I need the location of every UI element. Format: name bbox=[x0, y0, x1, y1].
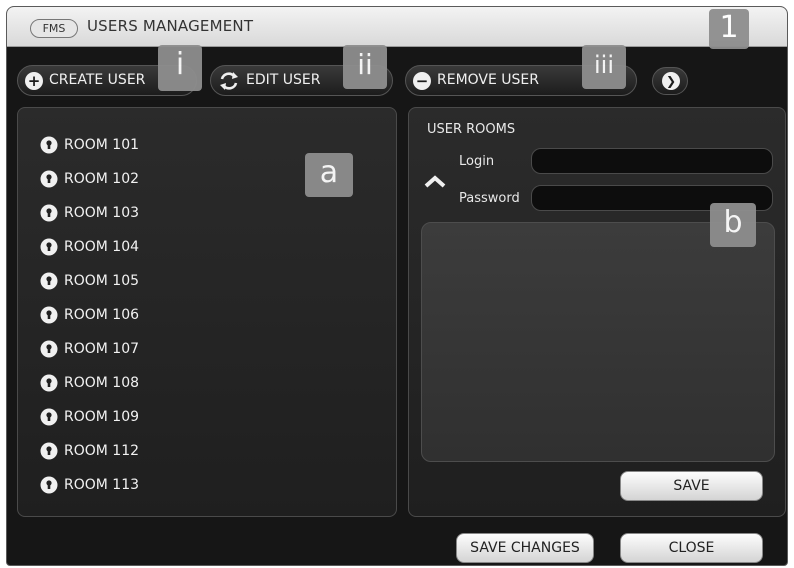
room-list: ROOM 101 ROOM 102 ROOM 103 ROOM 104 ROOM… bbox=[40, 128, 139, 502]
edit-user-label: EDIT USER bbox=[246, 72, 321, 88]
annotation-marker-iii: iii bbox=[582, 45, 626, 89]
annotation-marker-b: b bbox=[710, 203, 756, 247]
room-item[interactable]: ROOM 103 bbox=[40, 196, 139, 230]
room-label: ROOM 101 bbox=[64, 137, 140, 153]
room-label: ROOM 103 bbox=[64, 205, 140, 221]
room-label: ROOM 107 bbox=[64, 341, 140, 357]
room-label: ROOM 105 bbox=[64, 273, 140, 289]
create-user-label: CREATE USER bbox=[49, 72, 146, 88]
lock-icon bbox=[40, 340, 58, 358]
next-button[interactable]: ❯ bbox=[652, 67, 688, 95]
login-field[interactable] bbox=[531, 148, 773, 174]
room-label: ROOM 109 bbox=[64, 409, 140, 425]
lock-icon bbox=[40, 136, 58, 154]
annotation-marker-1: 1 bbox=[709, 9, 749, 49]
lock-icon bbox=[40, 408, 58, 426]
room-item[interactable]: ROOM 112 bbox=[40, 434, 139, 468]
room-label: ROOM 106 bbox=[64, 307, 140, 323]
room-label: ROOM 102 bbox=[64, 171, 140, 187]
fms-badge: FMS bbox=[30, 19, 78, 38]
lock-icon bbox=[40, 238, 58, 256]
room-label: ROOM 113 bbox=[64, 477, 140, 493]
save-changes-button[interactable]: SAVE CHANGES bbox=[456, 533, 594, 563]
minus-icon: − bbox=[413, 71, 431, 90]
refresh-icon bbox=[220, 71, 238, 90]
remove-user-label: REMOVE USER bbox=[437, 72, 540, 88]
login-label: Login bbox=[459, 154, 495, 169]
chevron-up-icon[interactable] bbox=[423, 174, 447, 188]
users-management-window: FMS USERS MANAGEMENT + CREATE USER EDIT … bbox=[6, 6, 788, 566]
plus-icon: + bbox=[25, 71, 43, 90]
window-title: USERS MANAGEMENT bbox=[87, 17, 254, 35]
lock-icon bbox=[40, 170, 58, 188]
room-item[interactable]: ROOM 107 bbox=[40, 332, 139, 366]
room-item[interactable]: ROOM 108 bbox=[40, 366, 139, 400]
room-item[interactable]: ROOM 106 bbox=[40, 298, 139, 332]
annotation-marker-i: i bbox=[158, 45, 202, 91]
close-button[interactable]: CLOSE bbox=[620, 533, 763, 563]
save-button[interactable]: SAVE bbox=[620, 471, 763, 501]
room-item[interactable]: ROOM 109 bbox=[40, 400, 139, 434]
lock-icon bbox=[40, 442, 58, 460]
room-item[interactable]: ROOM 105 bbox=[40, 264, 139, 298]
lock-icon bbox=[40, 476, 58, 494]
user-rooms-title: USER ROOMS bbox=[427, 122, 516, 137]
annotation-marker-ii: ii bbox=[343, 45, 387, 89]
room-label: ROOM 104 bbox=[64, 239, 140, 255]
title-bar: FMS USERS MANAGEMENT bbox=[7, 7, 787, 47]
lock-icon bbox=[40, 374, 58, 392]
room-item[interactable]: ROOM 113 bbox=[40, 468, 139, 502]
room-item[interactable]: ROOM 102 bbox=[40, 162, 139, 196]
room-label: ROOM 112 bbox=[64, 443, 140, 459]
annotation-marker-a: a bbox=[305, 153, 353, 197]
chevron-right-icon: ❯ bbox=[662, 72, 680, 90]
user-rooms-detail-box bbox=[421, 222, 775, 462]
room-item[interactable]: ROOM 101 bbox=[40, 128, 139, 162]
password-label: Password bbox=[459, 191, 520, 206]
room-item[interactable]: ROOM 104 bbox=[40, 230, 139, 264]
lock-icon bbox=[40, 272, 58, 290]
lock-icon bbox=[40, 204, 58, 222]
room-label: ROOM 108 bbox=[64, 375, 140, 391]
lock-icon bbox=[40, 306, 58, 324]
user-rooms-panel: USER ROOMS Login Password SAVE bbox=[408, 107, 786, 517]
